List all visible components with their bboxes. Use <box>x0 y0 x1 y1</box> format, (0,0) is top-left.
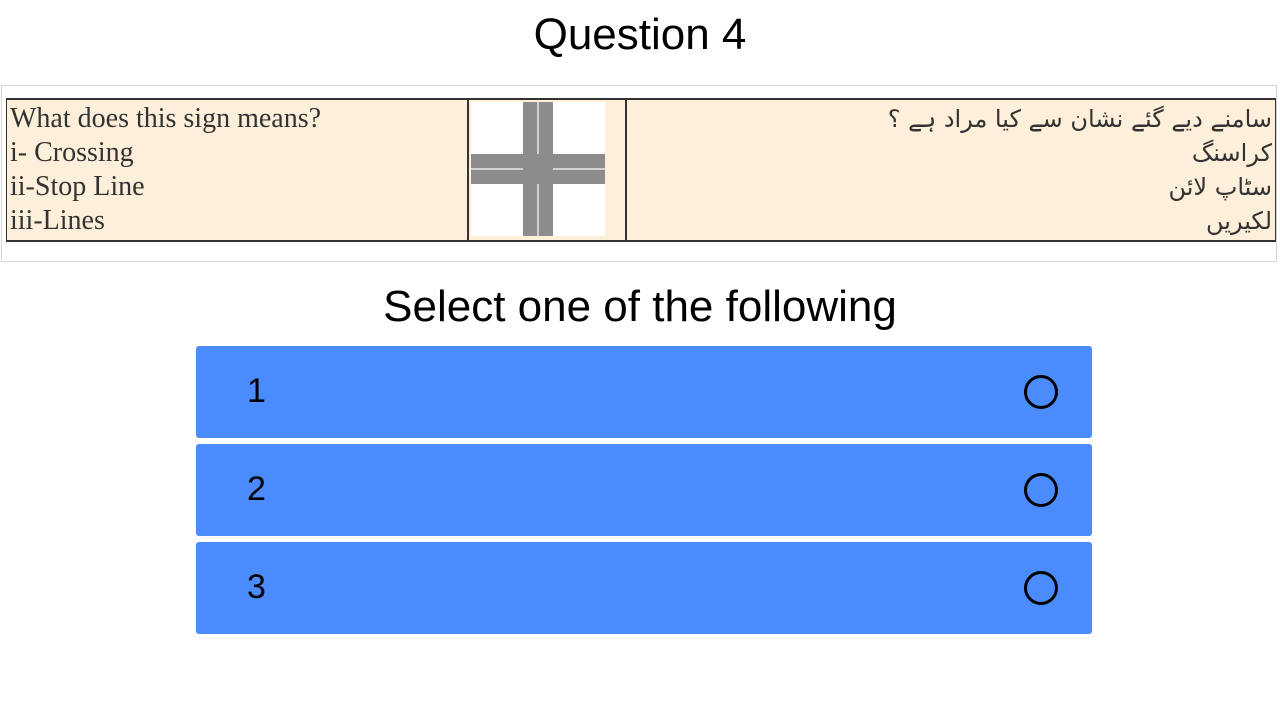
question-urdu-line: سٹاپ لائن <box>1168 173 1272 201</box>
question-english-line: iii-Lines <box>10 205 105 236</box>
crossing-sign-icon <box>471 102 605 236</box>
answer-option-3[interactable]: 3 <box>196 542 1092 634</box>
answer-option-2[interactable]: 2 <box>196 444 1092 536</box>
question-urdu-text: سامنے دیے گئے نشان سے کیا مراد ہے ؟ کراس… <box>652 102 1272 238</box>
quiz-page: Question 4 What does this sign means? i-… <box>0 0 1280 720</box>
question-urdu-line: کراسنگ <box>1191 139 1272 167</box>
question-english-line: ii-Stop Line <box>10 171 145 202</box>
sign-cell <box>467 98 627 242</box>
question-image: What does this sign means? i- Crossing i… <box>6 98 1276 242</box>
radio-button-icon[interactable] <box>1024 571 1058 605</box>
crossing-sign-graphic <box>471 102 605 236</box>
question-english-line: i- Crossing <box>10 137 134 168</box>
answer-option-label: 1 <box>247 372 266 410</box>
question-urdu-line: لکیریں <box>1206 207 1272 235</box>
question-title: Question 4 <box>533 10 747 59</box>
answer-option-1[interactable]: 1 <box>196 346 1092 438</box>
answer-option-label: 2 <box>247 470 266 508</box>
question-english-text: What does this sign means? i- Crossing i… <box>10 102 460 238</box>
question-english-line: What does this sign means? <box>10 103 322 134</box>
answer-option-label: 3 <box>247 568 266 606</box>
radio-button-icon[interactable] <box>1024 375 1058 409</box>
question-image-frame: What does this sign means? i- Crossing i… <box>1 85 1277 262</box>
radio-button-icon[interactable] <box>1024 473 1058 507</box>
select-prompt: Select one of the following <box>383 282 897 331</box>
question-urdu-line: سامنے دیے گئے نشان سے کیا مراد ہے ؟ <box>887 105 1272 133</box>
answer-options: 1 2 3 <box>196 346 1092 640</box>
